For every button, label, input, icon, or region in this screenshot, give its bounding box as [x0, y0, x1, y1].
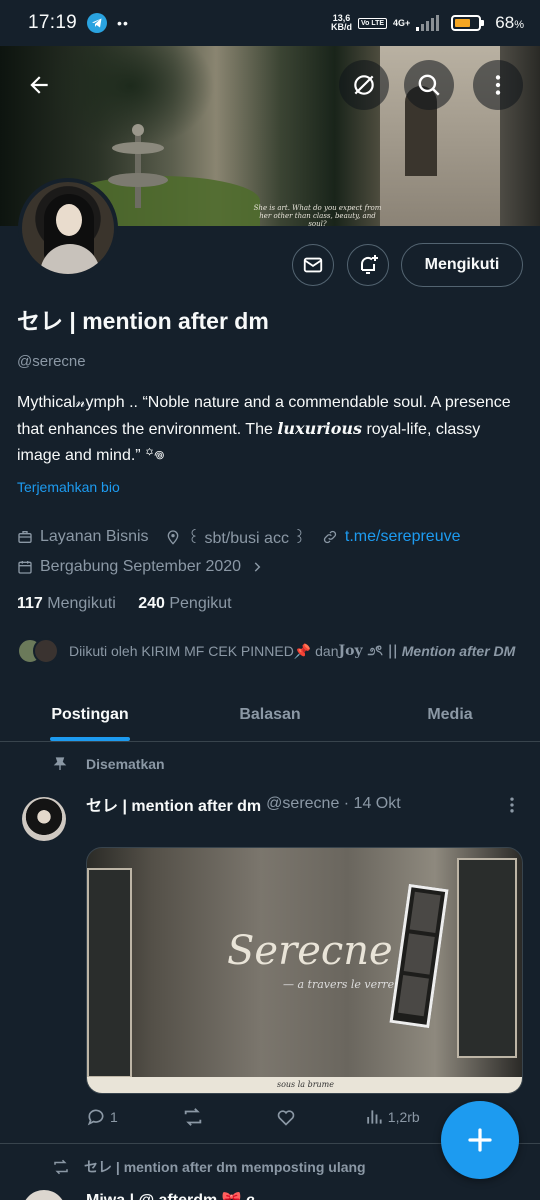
views-count: 1,2rb — [387, 1109, 420, 1125]
follow-counts: 117 Mengikuti 240 Pengikut — [17, 595, 232, 613]
next-post-avatar[interactable] — [22, 1190, 66, 1200]
status-bar: 17:19 •• 13,6 KB/d Vo LTE 4G+ 68% — [0, 0, 540, 46]
post-handle-time: @serecne · 14 Okt — [266, 795, 401, 812]
reply-button[interactable]: 1 — [86, 1107, 118, 1127]
hide-button[interactable] — [339, 60, 389, 110]
views-icon — [367, 1110, 382, 1124]
reply-count: 1 — [110, 1109, 118, 1125]
bell-plus-icon — [360, 255, 378, 274]
display-name: セレ | mention after dm — [17, 308, 269, 334]
next-post-author[interactable]: Miwa | @ afterdm 🎀 ɞ — [86, 1190, 255, 1200]
media-title: Serecne — [227, 928, 393, 974]
media-photo-strip — [389, 883, 449, 1029]
heart-icon — [277, 1110, 295, 1126]
user-handle: @serecne — [17, 353, 86, 370]
like-button[interactable] — [276, 1107, 296, 1127]
notify-button[interactable] — [347, 244, 389, 286]
profile-bio: Mythical𝓃ymph .. “Noble nature and a com… — [17, 394, 511, 464]
more-vertical-icon — [495, 75, 501, 95]
post-media-image[interactable]: Serecne — a travers le verre sous la bru… — [86, 847, 523, 1094]
post-author[interactable]: セレ | mention after dm — [86, 792, 261, 816]
followed-by[interactable]: Diikuti oleh KIRIM MF CEK PINNED📌 dan 𝐉𝐨… — [17, 638, 515, 664]
speed-unit: KB/d — [330, 22, 352, 32]
banner-fountain — [108, 124, 168, 208]
telegram-icon — [87, 13, 108, 33]
tab-balasan[interactable]: Balasan — [180, 688, 360, 741]
repost-indicator: セレ | mention after dm memposting ulang — [52, 1157, 366, 1177]
media-caption: sous la brume — [87, 1077, 522, 1093]
joined-date: Bergabung September 2020 — [40, 558, 242, 575]
network-type: 4G+ — [393, 17, 411, 28]
profile-location: ꒰ sbt/busi acc ꒱ — [187, 530, 306, 547]
notification-dots: •• — [117, 15, 129, 31]
post-more-icon[interactable] — [502, 795, 522, 815]
profile-category[interactable]: Layanan Bisnis — [40, 528, 149, 546]
mail-icon — [303, 257, 323, 273]
arrow-left-icon — [30, 76, 48, 94]
repost-label[interactable]: セレ | mention after dm memposting ulang — [84, 1157, 366, 1177]
search-icon — [418, 74, 440, 96]
back-button[interactable] — [14, 60, 64, 110]
following-button[interactable]: Mengikuti — [401, 243, 523, 287]
calendar-icon — [17, 559, 33, 575]
profile-meta-row: Layanan Bisnis ꒰ sbt/busi acc ꒱ t.me/ser… — [17, 526, 461, 548]
pinned-indicator: Disematkan — [52, 756, 165, 772]
plus-icon — [468, 1128, 492, 1152]
translate-bio-link[interactable]: Terjemahkan bio — [17, 479, 120, 495]
chevron-right-icon — [249, 559, 265, 575]
status-time: 17:19 — [28, 12, 78, 33]
profile-avatar[interactable] — [18, 178, 118, 278]
profile-link[interactable]: t.me/serepreuve — [345, 528, 461, 546]
followers-link[interactable]: 240 Pengikut — [138, 595, 231, 612]
battery-percent: 68% — [495, 13, 524, 32]
media-window — [457, 858, 517, 1058]
location-icon — [165, 529, 181, 545]
post-avatar[interactable] — [22, 797, 66, 841]
following-link[interactable]: 117 Mengikuti — [17, 595, 116, 612]
repost-button[interactable] — [182, 1106, 204, 1128]
compose-button[interactable] — [441, 1101, 519, 1179]
media-subtitle: — a travers le verre — [283, 978, 395, 991]
signal-icon — [416, 15, 440, 31]
tab-postingan[interactable]: Postingan — [0, 688, 180, 741]
network-speed: 13,6 KB/d — [331, 14, 352, 32]
search-button[interactable] — [404, 60, 454, 110]
repost-icon — [54, 1159, 68, 1175]
pinned-label: Disematkan — [86, 756, 165, 772]
pin-icon — [53, 757, 67, 770]
banner-quote: She is art. What do you expect from her … — [253, 204, 382, 226]
repost-icon — [184, 1108, 202, 1126]
follower-avatar — [33, 638, 59, 664]
profile-tabs: Postingan Balasan Media — [0, 688, 540, 742]
more-button[interactable] — [473, 60, 523, 110]
eye-slash-icon — [354, 75, 374, 95]
briefcase-icon — [17, 529, 33, 545]
media-window — [87, 868, 132, 1078]
views-button[interactable]: 1,2rb — [364, 1107, 420, 1127]
tab-media[interactable]: Media — [360, 688, 540, 741]
battery-icon — [451, 15, 485, 31]
volte-badge: Vo LTE — [357, 17, 388, 29]
link-icon — [322, 529, 338, 545]
joined-row[interactable]: Bergabung September 2020 — [17, 558, 272, 576]
post-header: セレ | mention after dm @serecne · 14 Okt — [86, 792, 401, 816]
message-button[interactable] — [292, 244, 334, 286]
reply-icon — [87, 1109, 104, 1126]
